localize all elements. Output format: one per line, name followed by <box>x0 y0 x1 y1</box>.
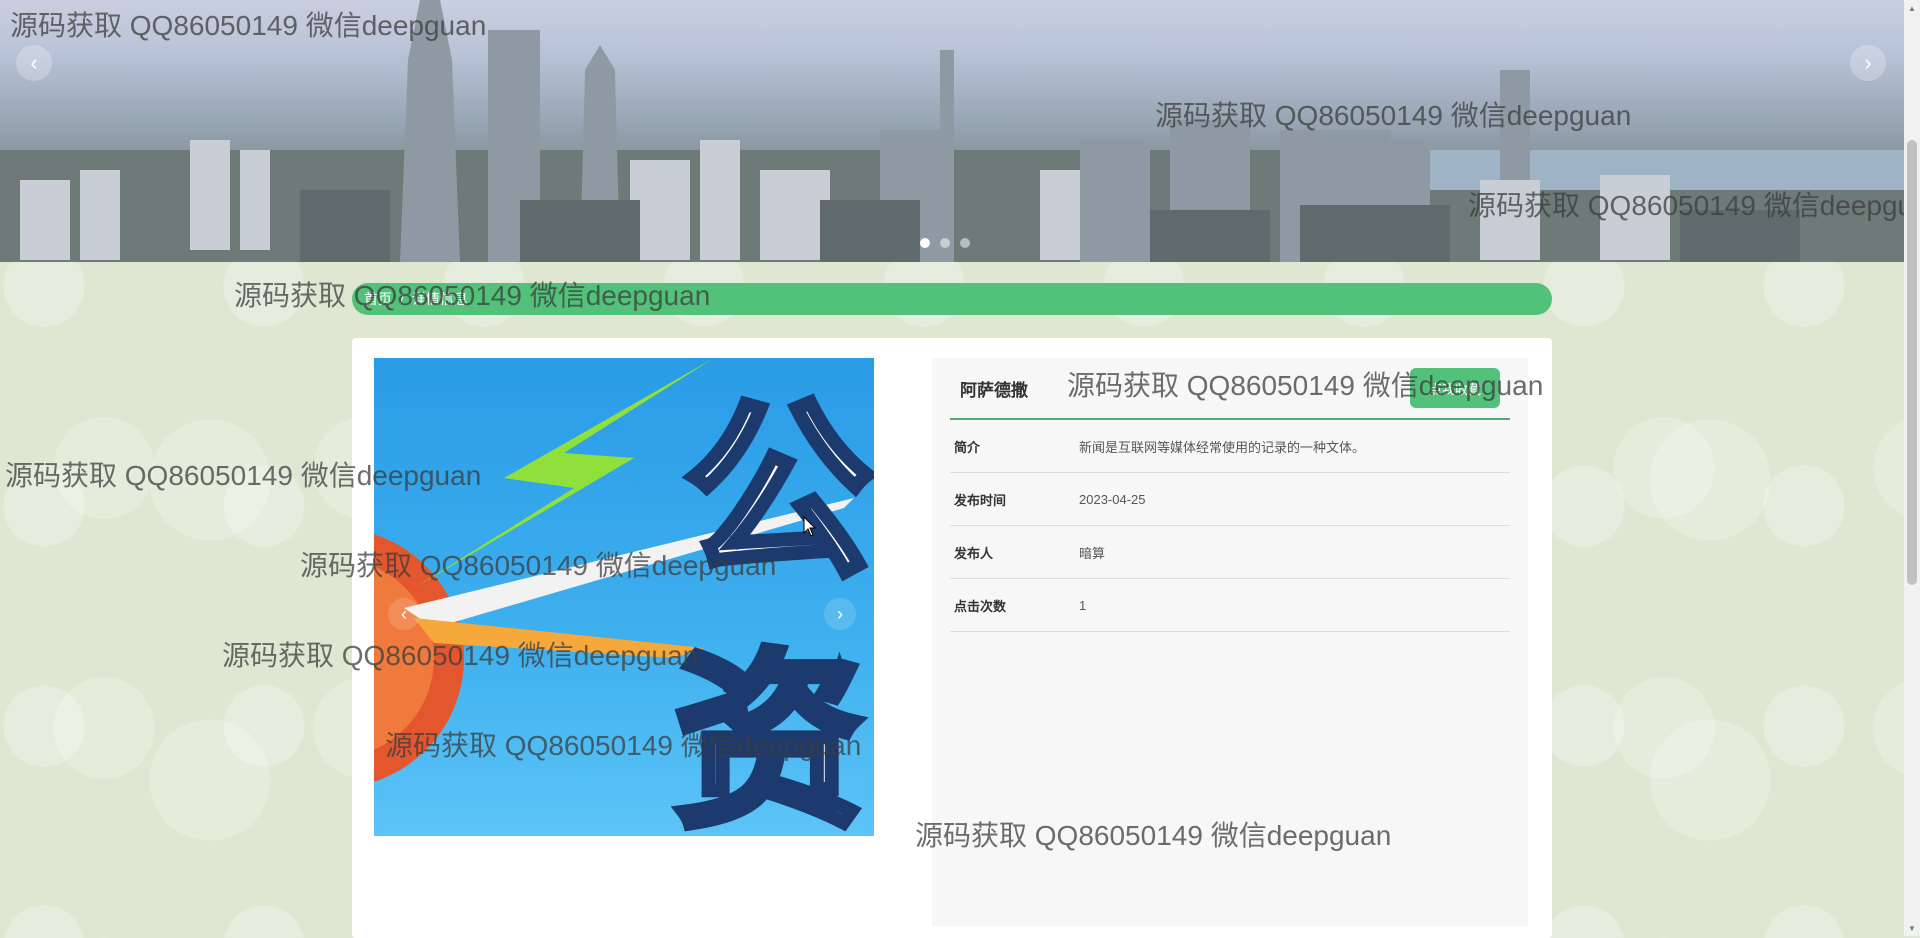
banner-next-button[interactable]: › <box>1850 45 1886 81</box>
info-header: 阿萨德撒 点我收藏 <box>950 358 1510 420</box>
gallery-prev-button[interactable]: ‹ <box>388 598 420 630</box>
chevron-left-icon: ‹ <box>30 50 38 75</box>
svg-text:公: 公 <box>684 382 874 603</box>
image-gallery: 公 资 ‹ › <box>374 358 874 836</box>
chevron-right-icon: › <box>837 603 843 624</box>
field-label: 发布人 <box>954 545 994 561</box>
news-image: 公 资 <box>374 358 874 836</box>
favorite-button[interactable]: 点我收藏 <box>1410 368 1500 408</box>
detail-title: 阿萨德撒 <box>960 380 1028 400</box>
banner-carousel: ‹ › <box>0 0 1904 262</box>
scroll-down-arrow-icon[interactable]: ▼ <box>1904 920 1920 936</box>
breadcrumb-separator: / <box>400 291 404 307</box>
detail-card: 公 资 ‹ › 阿萨德撒 点我收藏 简介 新闻是互联网等媒体经常使用的记录的一种… <box>352 338 1552 938</box>
breadcrumb: 首页 / 详情信息 <box>352 283 1552 315</box>
info-row: 发布人 暗算 <box>950 526 1510 579</box>
field-label: 简介 <box>954 439 981 455</box>
chevron-left-icon: ‹ <box>401 603 407 624</box>
city-skyline-image <box>0 0 1904 262</box>
info-row: 点击次数 1 <box>950 579 1510 632</box>
field-value: 新闻是互联网等媒体经常使用的记录的一种文体。 <box>1079 439 1366 455</box>
field-label: 点击次数 <box>954 598 1007 614</box>
svg-text:资: 资 <box>674 632 864 836</box>
breadcrumb-current: 详情信息 <box>411 291 468 307</box>
field-label: 发布时间 <box>954 492 1007 508</box>
breadcrumb-home-link[interactable]: 首页 <box>364 289 392 309</box>
banner-prev-button[interactable]: ‹ <box>16 45 52 81</box>
scroll-up-arrow-icon[interactable]: ▲ <box>1904 0 1920 16</box>
scrollbar-thumb[interactable] <box>1907 140 1917 585</box>
banner-dot[interactable] <box>960 238 970 248</box>
mouse-cursor-icon <box>803 516 817 537</box>
info-row: 简介 新闻是互联网等媒体经常使用的记录的一种文体。 <box>950 420 1510 473</box>
banner-indicators <box>920 238 970 248</box>
banner-dot[interactable] <box>940 238 950 248</box>
gallery-next-button[interactable]: › <box>824 598 856 630</box>
info-panel: 阿萨德撒 点我收藏 简介 新闻是互联网等媒体经常使用的记录的一种文体。 发布时间… <box>932 358 1528 926</box>
page-scrollbar[interactable]: ▲ ▼ <box>1904 0 1920 936</box>
banner-dot[interactable] <box>920 238 930 248</box>
field-value: 暗算 <box>1079 545 1106 561</box>
info-row: 发布时间 2023-04-25 <box>950 473 1510 526</box>
chevron-right-icon: › <box>1864 50 1872 75</box>
field-value: 2023-04-25 <box>1079 491 1146 507</box>
field-value: 1 <box>1079 597 1087 613</box>
